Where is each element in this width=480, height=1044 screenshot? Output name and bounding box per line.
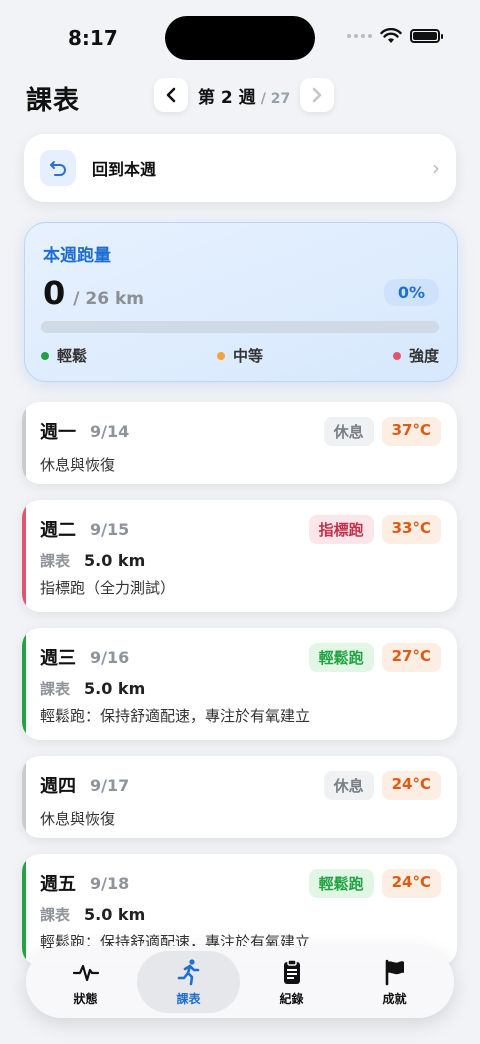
day-note: 休息與恢復 [40,456,116,474]
pulse-icon [72,964,99,981]
week-total: / 27 [260,90,291,107]
temperature-badge: 24°C [381,868,441,898]
tab-label: 成就 [382,991,407,1006]
dynamic-island [165,16,315,60]
tab-bar: 狀態 課表 紀錄 成就 [26,946,454,1018]
runner-icon [177,958,199,985]
workout-type-badge: 指標跑 [308,514,374,544]
day-card-wed[interactable]: 週三 9/16 輕鬆跑 27°C 課表 5.0 km 輕鬆跑：保持舒適配速，專注… [22,628,457,740]
chevron-right-icon [312,87,322,103]
day-date: 9/17 [90,775,130,795]
weekly-progress-bar [41,321,439,333]
return-label: 回到本週 [92,160,157,179]
course-distance: 5.0 km [84,551,146,570]
legend-dot [41,351,49,360]
day-name: 週五 [40,874,76,895]
legend-label: 輕鬆 [57,347,88,365]
wifi-icon [380,28,402,43]
legend-medium: 中等 [216,345,263,366]
course-distance: 5.0 km [84,905,146,924]
course-label: 課表 [40,552,71,570]
temperature-badge: 33°C [381,514,441,544]
day-name: 週三 [40,648,76,669]
return-arrow-icon [40,150,76,186]
status-icons [347,28,443,44]
day-note: 休息與恢復 [40,810,116,828]
day-card-tue[interactable]: 週二 9/15 指標跑 33°C 課表 5.0 km 指標跑（全力測試） [22,500,457,612]
course-label: 課表 [40,906,71,924]
course-label: 課表 [40,680,71,698]
week-label: 第 2 週 [198,87,256,108]
day-card-thu[interactable]: 週四 9/17 休息 24°C 休息與恢復 [22,756,457,838]
legend-hard: 強度 [392,345,439,366]
day-note: 指標跑（全力測試） [40,579,176,597]
workout-type-badge: 輕鬆跑 [308,868,374,898]
header: 課表 第 2 週 / 27 [26,78,454,118]
legend-dot [216,351,225,360]
chevron-left-icon [166,87,176,103]
day-date: 9/14 [90,421,130,441]
day-name: 週二 [40,520,76,541]
week-navigator: 第 2 週 / 27 [154,78,335,112]
next-week-button[interactable] [300,78,335,112]
weekly-mileage-card: 本週跑量 0 / 26 km 0% 輕鬆 中等 強度 [24,222,458,382]
page-title: 課表 [26,86,81,116]
workout-type-badge: 休息 [323,416,374,446]
return-to-current-week-button[interactable]: 回到本週 › [24,134,456,202]
signal-icon [347,34,372,38]
tab-label: 紀錄 [279,991,304,1006]
day-date: 9/18 [90,873,130,893]
flag-icon [385,959,404,985]
tab-status[interactable]: 狀態 [34,951,137,1013]
day-date: 9/16 [90,647,130,667]
chevron-right-icon: › [432,156,440,180]
tab-label: 課表 [176,991,201,1006]
battery-icon [410,29,443,43]
weekly-percent-badge: 0% [383,279,439,306]
day-name: 週四 [40,776,76,797]
temperature-badge: 37°C [381,416,441,446]
course-distance: 5.0 km [84,679,146,698]
weekly-title: 本週跑量 [43,246,111,266]
weekly-value: 0 [43,274,66,312]
day-card-mon[interactable]: 週一 9/14 休息 37°C 休息與恢復 [22,402,457,484]
temperature-badge: 27°C [381,642,441,672]
workout-type-badge: 輕鬆跑 [308,642,374,672]
legend-label: 中等 [232,347,263,365]
intensity-legend: 輕鬆 中等 強度 [41,345,439,366]
temperature-badge: 24°C [381,770,441,800]
tab-achievements[interactable]: 成就 [343,951,446,1013]
tab-label: 狀態 [73,991,98,1006]
day-date: 9/15 [90,519,130,539]
status-time: 8:17 [68,26,118,50]
legend-label: 強度 [408,347,439,365]
day-name: 週一 [40,422,76,443]
tab-records[interactable]: 紀錄 [240,951,343,1013]
workout-type-badge: 休息 [323,770,374,800]
day-note: 輕鬆跑：保持舒適配速，專注於有氧建立 [40,707,311,725]
prev-week-button[interactable] [154,78,188,112]
clipboard-icon [283,958,300,984]
tab-schedule[interactable]: 課表 [137,951,240,1013]
legend-easy: 輕鬆 [41,345,87,366]
legend-dot [392,351,401,360]
weekly-goal: / 26 km [73,289,144,309]
status-bar: 8:17 [0,0,480,70]
